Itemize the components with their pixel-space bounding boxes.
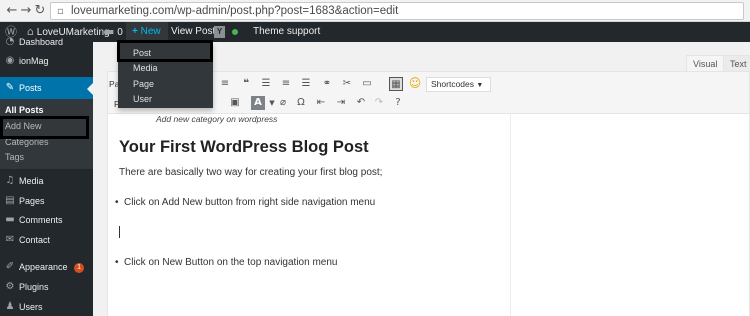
comment-icon: ▬: [5, 214, 15, 225]
new-menu-button[interactable]: + New: [126, 22, 168, 42]
sidebar-item-ionmag[interactable]: ◉ ionMag: [0, 50, 93, 72]
toolbar-toggle-icon[interactable]: ▦: [389, 77, 403, 91]
current-menu-arrow: [87, 83, 93, 95]
numbered-list-icon[interactable]: ≡: [218, 77, 232, 91]
new-media-link[interactable]: Media: [133, 63, 158, 73]
clear-formatting-icon[interactable]: ⌀: [276, 96, 290, 110]
list-item: Click on Add New button from right side …: [115, 197, 375, 208]
emoji-icon[interactable]: ☺: [408, 76, 422, 90]
preview-pane: [511, 114, 749, 316]
insert-link-icon[interactable]: ⚭: [320, 77, 334, 91]
plugin-icon: ⚙: [5, 281, 15, 292]
help-icon[interactable]: ?: [391, 96, 405, 110]
new-page-link[interactable]: Page: [133, 79, 154, 89]
submenu-tags[interactable]: Tags: [5, 152, 24, 162]
media-icon: ♫: [5, 175, 15, 186]
admin-sidebar: ◔ Dashboard ◉ ionMag ✎ Posts All Posts A…: [0, 36, 93, 316]
post-highlight-box: [117, 40, 213, 62]
admin-bar: Ⓦ ⌂ LoveUMarketing ▬ 0 + New View Post Y…: [0, 22, 750, 42]
sidebar-item-plugins[interactable]: ⚙ Plugins: [0, 276, 93, 298]
sidebar-item-appearance[interactable]: ✐ Appearance 1: [0, 256, 93, 278]
pin-icon: ✎: [5, 82, 15, 93]
users-icon: ♟: [5, 301, 15, 312]
add-new-highlight-box: [0, 116, 89, 139]
new-user-link[interactable]: User: [133, 94, 152, 104]
sidebar-item-users[interactable]: ♟ Users: [0, 296, 93, 316]
status-dot-icon: [232, 29, 238, 35]
view-post-link[interactable]: View Post: [171, 22, 215, 42]
sidebar-item-contact[interactable]: ✉ Contact: [0, 229, 93, 251]
special-character-icon[interactable]: Ω: [294, 96, 308, 110]
content-editable-area[interactable]: Add new category on wordpress Your First…: [108, 114, 511, 316]
text-cursor: [119, 226, 120, 238]
comments-link[interactable]: ▬ 0: [104, 22, 123, 42]
brush-icon: ✐: [5, 261, 15, 272]
url-text: loveumarketing.com/wp-admin/post.php?pos…: [71, 5, 399, 17]
intro-paragraph: There are basically two way for creating…: [119, 167, 383, 178]
list-item: Click on New Button on the top navigatio…: [115, 257, 337, 268]
comment-icon: ▬: [104, 25, 115, 38]
shortcodes-dropdown[interactable]: Shortcodes ▼: [426, 77, 491, 92]
update-count-badge: 1: [74, 262, 85, 273]
align-left-icon[interactable]: ☰: [259, 77, 273, 91]
address-bar[interactable]: ▫ loveumarketing.com/wp-admin/post.php?p…: [50, 2, 744, 20]
paste-text-icon[interactable]: ▣: [228, 96, 242, 110]
chevron-down-icon: ▼: [476, 82, 484, 89]
mail-icon: ✉: [5, 234, 15, 245]
plus-icon: +: [132, 26, 138, 37]
tab-visual[interactable]: Visual: [686, 55, 725, 71]
text-color-icon[interactable]: A: [251, 96, 265, 110]
outdent-icon[interactable]: ⇤: [314, 96, 328, 110]
theme-support-link[interactable]: Theme support: [253, 22, 320, 42]
submenu-all-posts[interactable]: All Posts: [5, 105, 44, 115]
image-caption: Add new category on wordpress: [156, 114, 278, 124]
read-more-icon[interactable]: ▭: [360, 77, 374, 91]
ionmag-icon: ◉: [5, 55, 15, 66]
seo-plugin-icon[interactable]: Y: [214, 26, 225, 38]
indent-icon[interactable]: ⇥: [334, 96, 348, 110]
post-heading: Your First WordPress Blog Post: [119, 138, 369, 156]
sidebar-item-comments[interactable]: ▬ Comments: [0, 209, 93, 231]
align-center-icon[interactable]: ≡: [279, 77, 293, 91]
sidebar-item-media[interactable]: ♫ Media: [0, 170, 93, 192]
tab-text[interactable]: Text: [723, 55, 750, 71]
dashboard-icon: ◔: [5, 36, 15, 47]
unlink-icon[interactable]: ✂: [340, 77, 354, 91]
redo-icon[interactable]: ↷: [372, 96, 386, 110]
sidebar-item-dashboard[interactable]: ◔ Dashboard: [0, 36, 93, 48]
page-icon: ▫: [57, 6, 64, 17]
undo-icon[interactable]: ↶: [354, 96, 368, 110]
blockquote-icon[interactable]: ❝: [239, 77, 253, 91]
browser-toolbar: ← → ↻ ▫ loveumarketing.com/wp-admin/post…: [0, 0, 750, 22]
align-right-icon[interactable]: ☰: [299, 77, 313, 91]
reload-icon[interactable]: ↻: [32, 3, 48, 19]
sidebar-item-posts[interactable]: ✎ Posts: [0, 77, 93, 99]
